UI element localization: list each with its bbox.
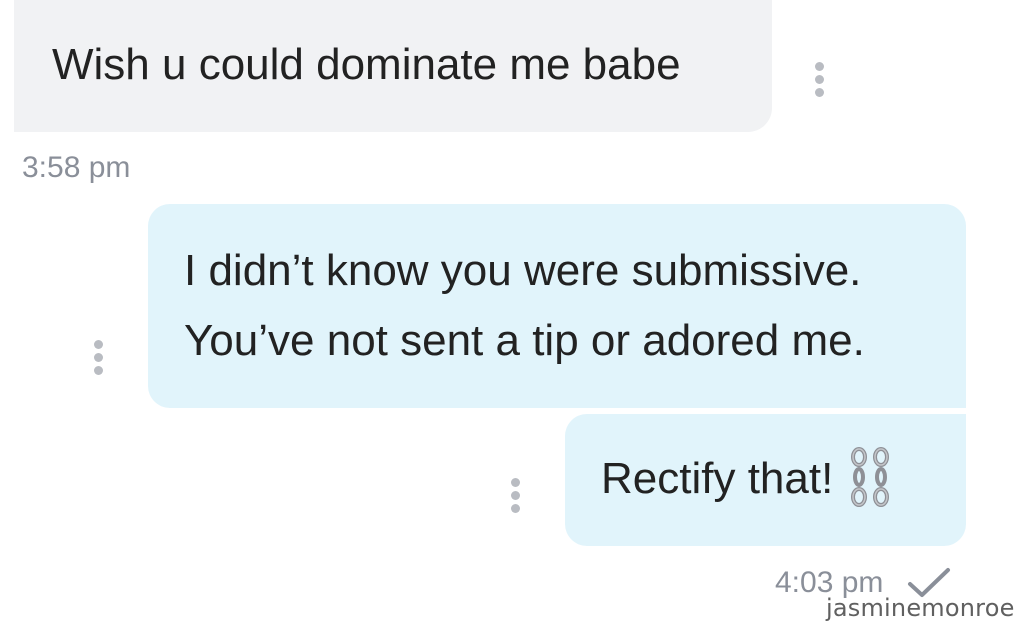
message-text-line: You’ve not sent a tip or adored me. [184,316,865,365]
message-text: Rectify that! [601,454,834,503]
message-text-line: I didn’t know you were submissive. [184,246,862,295]
message-timestamp: 3:58 pm [22,151,131,184]
message-content: Rectify that! [601,444,966,514]
message-options-icon[interactable] [92,340,104,380]
message-text: Wish u could dominate me babe [52,40,681,89]
watermark: jasminemonroe [826,594,1014,622]
chat-screen: Wish u could dominate me babe 3:58 pm I … [0,0,1014,633]
outgoing-message-bubble[interactable]: I didn’t know you were submissive. You’v… [148,204,966,408]
message-options-icon[interactable] [813,62,825,102]
message-options-icon[interactable] [509,478,521,518]
incoming-message-bubble[interactable]: Wish u could dominate me babe [14,0,772,132]
outgoing-message-bubble[interactable]: Rectify that! [565,414,966,546]
chains-icon [847,447,893,508]
